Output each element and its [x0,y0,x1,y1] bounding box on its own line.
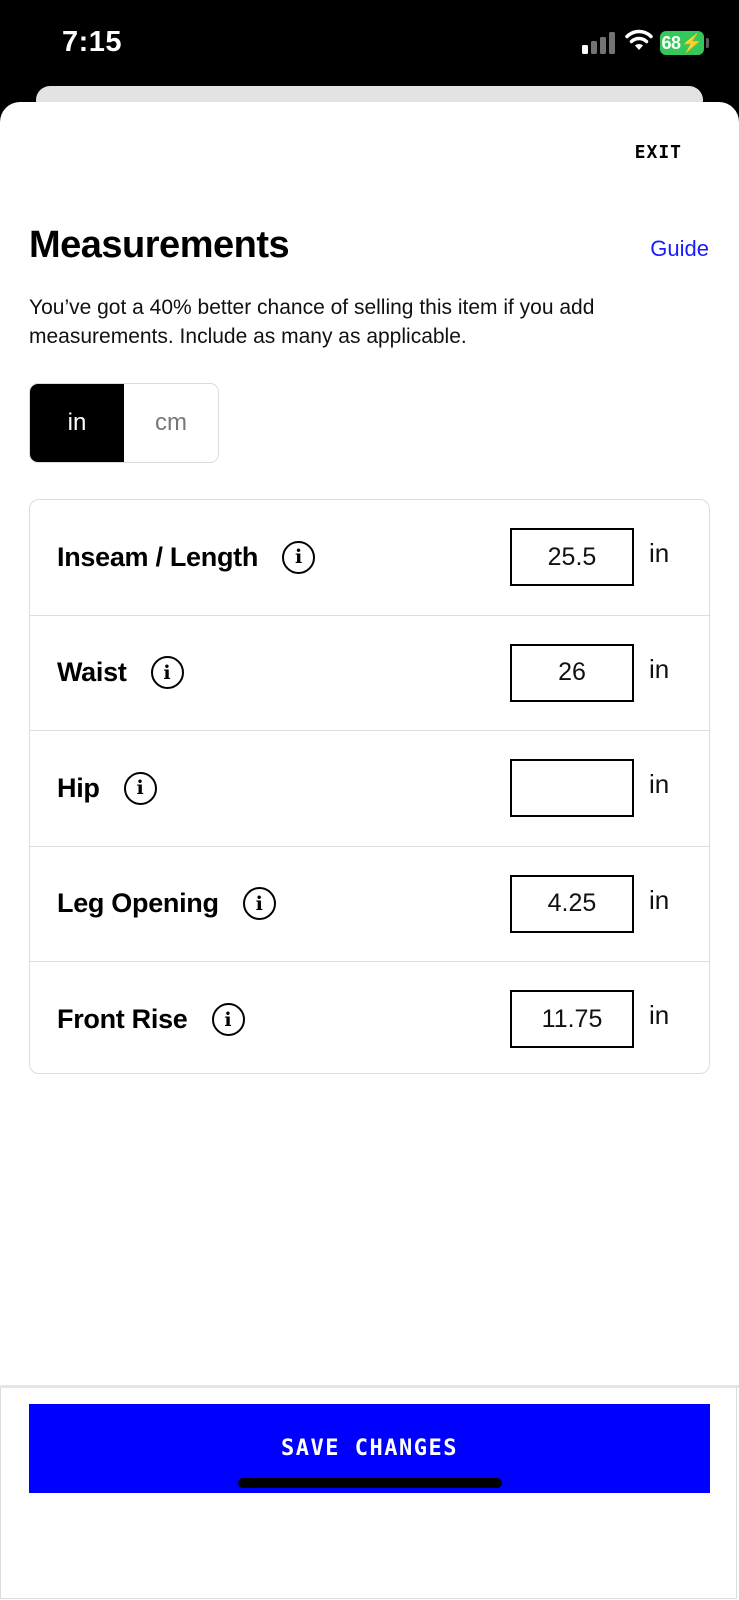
bottom-action-bar: SAVE CHANGES [0,1385,739,1600]
leg-opening-input[interactable] [510,874,634,933]
battery-charging-icon: 68 ⚡ [660,31,704,55]
info-icon[interactable]: i [123,771,157,805]
wifi-icon [625,29,653,50]
battery-level: 68 [661,32,682,53]
home-indicator[interactable] [238,1478,502,1488]
info-icon[interactable]: i [150,656,184,690]
status-bar: 7:15 68 ⚡ [0,0,739,90]
measurement-unit: in [649,538,670,568]
measurement-label: Waist [57,657,127,688]
info-icon[interactable]: i [242,887,276,921]
status-time: 7:15 [62,26,123,58]
info-icon[interactable]: i [211,1003,245,1037]
unit-option-in[interactable]: in [30,384,124,462]
measurement-label: Front Rise [57,1004,188,1035]
unit-toggle: in cm [29,383,219,463]
measurement-row-hip: Hip i in [30,731,709,847]
front-rise-input[interactable] [510,990,634,1048]
measurements-card: Inseam / Length i in Waist i in Hip i in… [29,499,710,1074]
signal-icon [582,32,616,54]
page-description: You’ve got a 40% better chance of sellin… [29,296,595,348]
measurements-sheet: EXIT Measurements Guide You’ve got a 40%… [0,102,739,1600]
measurement-label: Leg Opening [57,888,219,919]
measurement-row-front-rise: Front Rise i in [30,962,709,1073]
info-icon[interactable]: i [282,540,316,574]
unit-option-cm[interactable]: cm [124,384,218,462]
guide-link[interactable]: Guide [650,236,709,262]
battery-cap [706,38,709,48]
measurement-unit: in [649,1000,670,1030]
exit-button[interactable]: EXIT [635,142,682,163]
measurement-label: Hip [57,772,100,803]
page-title: Measurements [29,224,290,266]
waist-input[interactable] [510,643,634,702]
measurement-unit: in [649,769,670,799]
hip-input[interactable] [510,759,634,817]
measurement-label: Inseam / Length [57,541,259,572]
measurement-row-waist: Waist i in [30,616,709,731]
measurement-unit: in [649,884,670,915]
measurement-unit: in [649,653,670,684]
inseam-input[interactable] [510,528,634,586]
measurement-row-inseam: Inseam / Length i in [30,500,709,616]
measurement-row-leg-opening: Leg Opening i in [30,847,709,962]
